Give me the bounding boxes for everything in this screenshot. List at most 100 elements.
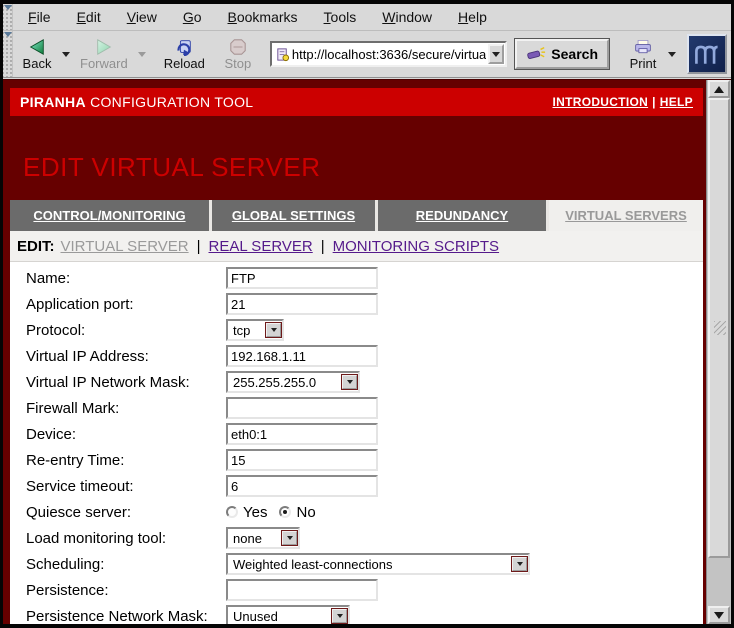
print-button[interactable]: Print bbox=[621, 36, 665, 73]
back-button[interactable]: Back bbox=[15, 36, 59, 73]
navigation-toolbar: Back Forward Reload bbox=[3, 31, 731, 78]
back-dropdown-icon[interactable] bbox=[62, 52, 70, 57]
stop-icon bbox=[229, 38, 247, 56]
back-arrow-icon bbox=[28, 38, 46, 56]
piranha-page: PIRANHA CONFIGURATION TOOL INTRODUCTION |… bbox=[3, 80, 706, 624]
reentry-time-label: Re-entry Time: bbox=[26, 452, 226, 469]
piranha-header-bar: PIRANHA CONFIGURATION TOOL INTRODUCTION|… bbox=[10, 88, 703, 116]
url-input[interactable] bbox=[290, 47, 488, 62]
forward-label: Forward bbox=[80, 56, 128, 71]
toolbar-grippy[interactable] bbox=[3, 4, 13, 30]
forward-button[interactable]: Forward bbox=[73, 36, 135, 73]
firewall-mark-input[interactable] bbox=[226, 397, 378, 419]
application-port-input[interactable] bbox=[226, 293, 378, 315]
edit-subnav: EDIT: VIRTUAL SERVER | REAL SERVER | MON… bbox=[10, 231, 703, 262]
app-brand-bold: PIRANHA bbox=[20, 94, 86, 110]
form-row-virtual-ip-netmask: Virtual IP Network Mask: 255.255.255.0 bbox=[10, 369, 703, 395]
form-row-reentry-time: Re-entry Time: bbox=[10, 447, 703, 473]
edit-virtual-server-current: VIRTUAL SERVER bbox=[61, 238, 189, 255]
subnav-divider: | bbox=[197, 238, 201, 255]
persistence-netmask-select[interactable]: Unused bbox=[226, 605, 350, 624]
printer-icon bbox=[634, 38, 652, 56]
scrollbar-thumb[interactable] bbox=[708, 98, 730, 558]
arrow-up-icon bbox=[714, 86, 724, 93]
real-server-link[interactable]: REAL SERVER bbox=[209, 238, 313, 255]
load-monitoring-label: Load monitoring tool: bbox=[26, 530, 226, 547]
persistence-label: Persistence: bbox=[26, 582, 226, 599]
form-row-load-monitoring: Load monitoring tool: none bbox=[10, 525, 703, 551]
menu-view[interactable]: View bbox=[114, 5, 170, 29]
quiesce-no-radio[interactable] bbox=[279, 506, 291, 518]
mozilla-m-icon bbox=[692, 40, 722, 68]
application-port-label: Application port: bbox=[26, 296, 226, 313]
virtual-server-form: Name: Application port: Protocol: tcp bbox=[10, 262, 703, 624]
dropdown-arrow-icon bbox=[332, 609, 347, 623]
device-input[interactable] bbox=[226, 423, 378, 445]
introduction-link[interactable]: INTRODUCTION bbox=[553, 95, 649, 109]
menu-edit[interactable]: Edit bbox=[64, 5, 114, 29]
reentry-time-input[interactable] bbox=[226, 449, 378, 471]
tab-redundancy[interactable]: REDUNDANCY bbox=[378, 200, 546, 231]
persistence-input[interactable] bbox=[226, 579, 378, 601]
page-title: EDIT VIRTUAL SERVER bbox=[23, 152, 703, 183]
form-row-persistence: Persistence: bbox=[10, 577, 703, 603]
forward-dropdown-icon[interactable] bbox=[138, 52, 146, 57]
menu-tools[interactable]: Tools bbox=[311, 5, 370, 29]
persistence-netmask-label: Persistence Network Mask: bbox=[26, 608, 226, 625]
scroll-up-button[interactable] bbox=[708, 80, 730, 98]
dropdown-arrow-icon bbox=[266, 323, 281, 337]
tab-control-monitoring[interactable]: CONTROL/MONITORING bbox=[10, 200, 209, 231]
vertical-scrollbar[interactable] bbox=[706, 80, 731, 624]
quiesce-radio-group: Yes No bbox=[226, 504, 328, 521]
service-timeout-input[interactable] bbox=[226, 475, 378, 497]
reload-button[interactable]: Reload bbox=[157, 36, 212, 73]
name-input[interactable] bbox=[226, 267, 378, 289]
app-brand: PIRANHA CONFIGURATION TOOL bbox=[20, 94, 253, 110]
address-bar bbox=[270, 41, 507, 67]
toolbar-grippy[interactable] bbox=[3, 31, 13, 77]
load-monitoring-select[interactable]: none bbox=[226, 527, 300, 549]
print-dropdown-icon[interactable] bbox=[668, 52, 676, 57]
bookmark-page-icon bbox=[275, 47, 290, 62]
quiesce-yes-radio[interactable] bbox=[226, 506, 238, 518]
mozilla-throbber-logo[interactable] bbox=[687, 34, 727, 74]
service-timeout-label: Service timeout: bbox=[26, 478, 226, 495]
menu-bookmarks[interactable]: Bookmarks bbox=[215, 5, 311, 29]
chevron-down-icon bbox=[492, 52, 500, 57]
url-history-dropdown[interactable] bbox=[488, 44, 504, 64]
stop-label: Stop bbox=[225, 56, 252, 71]
menu-help[interactable]: Help bbox=[445, 5, 500, 29]
scheduling-select[interactable]: Weighted least-connections bbox=[226, 553, 530, 575]
stop-button[interactable]: Stop bbox=[216, 36, 260, 73]
help-link[interactable]: HELP bbox=[660, 95, 693, 109]
menu-window[interactable]: Window bbox=[369, 5, 445, 29]
form-row-service-timeout: Service timeout: bbox=[10, 473, 703, 499]
form-row-persistence-netmask: Persistence Network Mask: Unused bbox=[10, 603, 703, 624]
search-button[interactable]: Search bbox=[515, 39, 609, 69]
quiesce-yes-label: Yes bbox=[243, 504, 267, 521]
virtual-ip-input[interactable] bbox=[226, 345, 378, 367]
menu-file[interactable]: File bbox=[15, 5, 64, 29]
arrow-down-icon bbox=[714, 612, 724, 619]
form-row-device: Device: bbox=[10, 421, 703, 447]
search-label: Search bbox=[551, 46, 598, 62]
virtual-ip-netmask-value: 255.255.255.0 bbox=[228, 375, 321, 390]
device-label: Device: bbox=[26, 426, 226, 443]
name-label: Name: bbox=[26, 270, 226, 287]
quiesce-server-label: Quiesce server: bbox=[26, 504, 226, 521]
form-row-name: Name: bbox=[10, 265, 703, 291]
firewall-mark-label: Firewall Mark: bbox=[26, 400, 226, 417]
dropdown-arrow-icon bbox=[282, 531, 297, 545]
menu-go[interactable]: Go bbox=[170, 5, 215, 29]
monitoring-scripts-link[interactable]: MONITORING SCRIPTS bbox=[333, 238, 499, 255]
protocol-select[interactable]: tcp bbox=[226, 319, 284, 341]
app-brand-rest: CONFIGURATION TOOL bbox=[86, 94, 254, 110]
tab-bar: CONTROL/MONITORING GLOBAL SETTINGS REDUN… bbox=[10, 200, 703, 231]
tab-global-settings[interactable]: GLOBAL SETTINGS bbox=[212, 200, 375, 231]
tab-virtual-servers[interactable]: VIRTUAL SERVERS bbox=[549, 200, 703, 231]
scrollbar-grip-icon bbox=[714, 321, 726, 335]
scroll-down-button[interactable] bbox=[708, 606, 730, 624]
virtual-ip-netmask-select[interactable]: 255.255.255.0 bbox=[226, 371, 360, 393]
menu-bar: File Edit View Go Bookmarks Tools Window… bbox=[3, 4, 731, 31]
virtual-ip-label: Virtual IP Address: bbox=[26, 348, 226, 365]
